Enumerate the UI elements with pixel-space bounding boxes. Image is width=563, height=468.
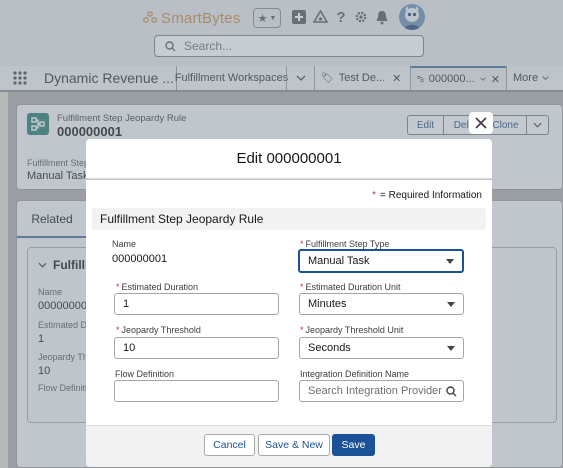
required-info-text: = Required Information: [379, 190, 482, 201]
flow-definition-label: Flow Definition: [115, 369, 175, 379]
est-duration-input[interactable]: 1: [114, 293, 279, 315]
integration-definition-label: Integration Definition Name: [300, 369, 410, 379]
save-button[interactable]: Save: [332, 434, 375, 456]
section-header: Fulfillment Step Jeopardy Rule: [92, 208, 486, 230]
left-edge-strip: [0, 92, 8, 468]
jeopardy-threshold-input[interactable]: 10: [114, 337, 279, 359]
integration-definition-placeholder: Search Integration Provider Defir: [308, 385, 446, 397]
flow-definition-input[interactable]: [114, 380, 279, 402]
required-asterisk: *: [300, 239, 304, 249]
modal-close-button[interactable]: [469, 112, 493, 134]
modal-footer: Cancel Save & New Save: [86, 425, 492, 467]
search-icon: [446, 385, 457, 396]
jeopardy-threshold-unit-select[interactable]: Seconds: [299, 337, 464, 359]
required-asterisk: *: [300, 325, 304, 335]
name-value: 000000001: [112, 253, 168, 265]
jeopardy-threshold-label-text: Jeopardy Threshold: [121, 325, 201, 335]
required-info-legend: * = Required Information: [372, 190, 482, 201]
est-duration-label: * Estimated Duration: [116, 282, 198, 292]
required-asterisk: *: [300, 282, 304, 292]
name-label: Name: [112, 239, 137, 249]
step-type-value: Manual Task: [308, 255, 370, 267]
required-asterisk: *: [116, 282, 120, 292]
step-type-label: * Fulfillment Step Type: [300, 239, 389, 249]
est-duration-unit-value: Minutes: [308, 298, 347, 310]
required-asterisk: *: [372, 190, 376, 201]
est-duration-label-text: Estimated Duration: [121, 282, 199, 292]
est-duration-unit-label: * Estimated Duration Unit: [300, 282, 401, 292]
caret-down-icon: [446, 258, 454, 264]
est-duration-unit-label-text: Estimated Duration Unit: [305, 282, 401, 292]
jeopardy-threshold-unit-label: * Jeopardy Threshold Unit: [300, 325, 403, 335]
est-duration-unit-select[interactable]: Minutes: [299, 293, 464, 315]
jeopardy-threshold-label: * Jeopardy Threshold: [116, 325, 201, 335]
modal-body: * = Required Information Fulfillment Step…: [86, 180, 492, 425]
cancel-button[interactable]: Cancel: [204, 434, 255, 456]
jeopardy-threshold-unit-label-text: Jeopardy Threshold Unit: [305, 325, 404, 335]
save-new-button[interactable]: Save & New: [258, 434, 330, 456]
caret-down-icon: [447, 345, 455, 351]
step-type-select[interactable]: Manual Task: [298, 249, 464, 273]
step-type-label-text: Fulfillment Step Type: [305, 239, 390, 249]
integration-definition-lookup[interactable]: Search Integration Provider Defir: [299, 380, 464, 402]
modal-header: Edit 000000001: [86, 139, 492, 179]
modal-title: Edit 000000001: [236, 150, 342, 167]
close-icon: [475, 117, 487, 129]
required-asterisk: *: [116, 325, 120, 335]
jeopardy-threshold-unit-value: Seconds: [308, 342, 351, 354]
caret-down-icon: [447, 301, 455, 307]
